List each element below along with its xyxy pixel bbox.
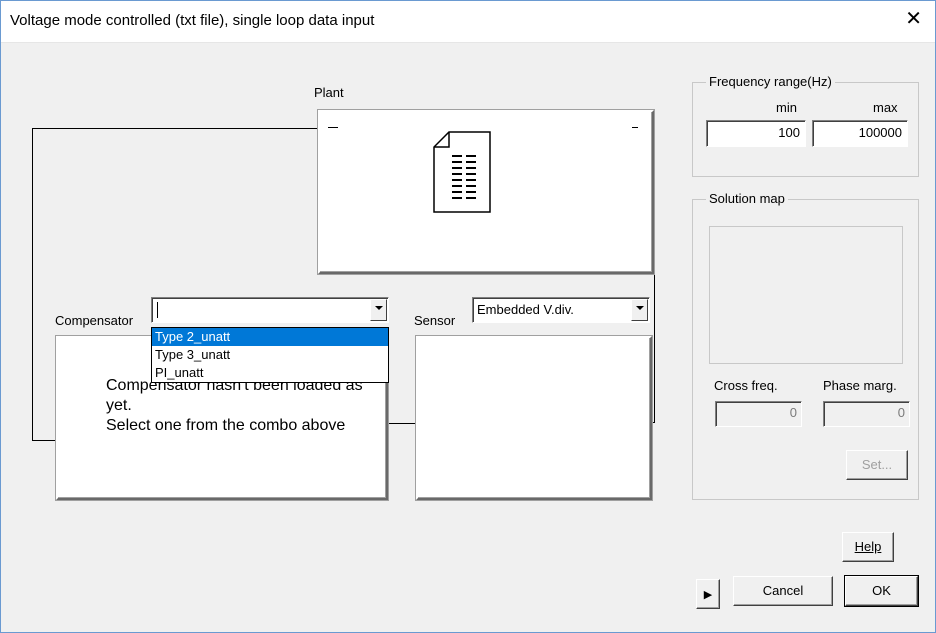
loop-line-comp-sensor: [386, 423, 418, 424]
plant-tick-right: [632, 127, 638, 128]
phase-marg-field: 0: [823, 401, 910, 427]
phase-marg-value: 0: [897, 405, 905, 420]
play-icon: ▶: [703, 589, 713, 601]
compensator-label: Compensator: [55, 313, 134, 328]
set-button[interactable]: Set...: [846, 450, 908, 480]
cancel-button[interactable]: Cancel: [733, 576, 833, 606]
ok-button[interactable]: OK: [844, 575, 919, 607]
help-button[interactable]: Help: [842, 532, 894, 562]
solution-map-title: Solution map: [706, 191, 788, 206]
solution-map-canvas[interactable]: [709, 226, 903, 364]
frequency-range-title: Frequency range(Hz): [706, 74, 835, 89]
cross-freq-label: Cross freq.: [714, 378, 778, 393]
loop-line-top-left: [32, 128, 328, 129]
cancel-button-label: Cancel: [762, 583, 804, 598]
max-label: max: [873, 100, 898, 115]
compensator-dropdown-list: Type 2_unatt Type 3_unatt PI_unatt: [151, 327, 389, 383]
sensor-box[interactable]: [416, 336, 652, 500]
chevron-down-icon[interactable]: [631, 299, 648, 321]
dropdown-option[interactable]: Type 3_unatt: [152, 346, 388, 364]
min-frequency-value: 100: [778, 125, 800, 140]
max-frequency-field[interactable]: 100000: [812, 120, 908, 147]
text-caret: [157, 302, 158, 318]
window-title: Voltage mode controlled (txt file), sing…: [10, 12, 375, 29]
max-frequency-value: 100000: [858, 125, 902, 140]
help-button-label: Help: [854, 539, 882, 554]
ok-button-label: OK: [872, 583, 891, 598]
dropdown-option[interactable]: Type 2_unatt: [152, 328, 388, 346]
plant-label: Plant: [314, 85, 344, 100]
close-icon[interactable]: ✕: [905, 9, 922, 29]
title-bar: Voltage mode controlled (txt file), sing…: [0, 0, 936, 43]
compensator-combo[interactable]: [151, 297, 389, 323]
loop-line-right: [654, 128, 655, 422]
plant-tick-left: [328, 127, 338, 128]
sensor-label: Sensor: [414, 313, 456, 328]
phase-marg-label: Phase marg.: [823, 378, 897, 393]
sensor-combo-value: Embedded V.div.: [477, 302, 574, 317]
min-frequency-field[interactable]: 100: [706, 120, 806, 147]
sensor-combo[interactable]: Embedded V.div.: [472, 297, 650, 323]
cross-freq-value: 0: [789, 405, 797, 420]
plant-box[interactable]: [318, 110, 654, 274]
min-label: min: [776, 100, 797, 115]
loop-line-left: [32, 128, 33, 441]
loop-line-bottom-left: [32, 440, 59, 441]
chevron-down-icon[interactable]: [370, 299, 387, 321]
expand-button[interactable]: ▶: [696, 579, 720, 609]
document-icon: [432, 130, 492, 214]
dropdown-option[interactable]: PI_unatt: [152, 364, 388, 382]
cross-freq-field: 0: [715, 401, 802, 427]
compensator-message: Compensator hasn't been loaded as yet. S…: [106, 377, 363, 434]
